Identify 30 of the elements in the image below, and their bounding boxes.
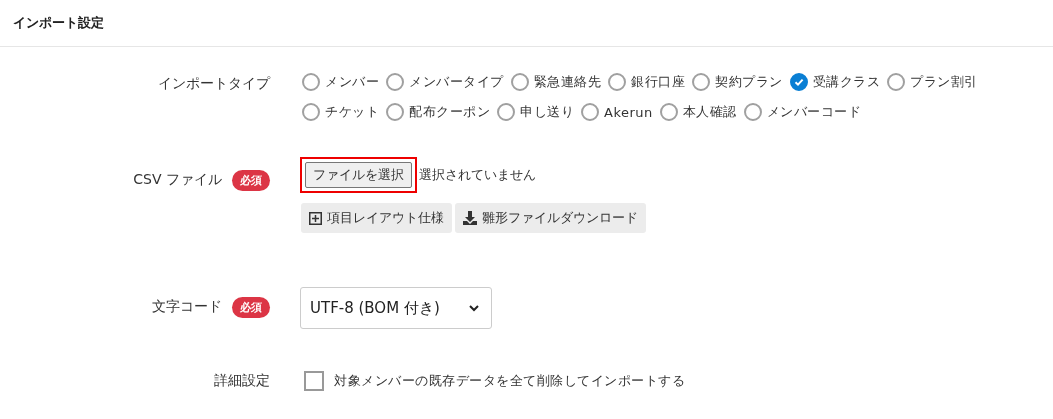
radio-option[interactable]: Akerun <box>581 101 653 123</box>
field-label: インポートタイプ <box>158 75 270 93</box>
radio-option[interactable]: 銀行口座 <box>608 71 685 93</box>
encoding-select[interactable]: UTF-8 (BOM 付き) <box>300 287 492 329</box>
radio-option[interactable]: 受講クラス <box>789 71 880 93</box>
required-badge: 必須 <box>232 296 270 318</box>
radio-option[interactable]: 配布クーポン <box>386 101 490 123</box>
radio-option[interactable]: 契約プラン <box>692 71 783 93</box>
field-label: CSV ファイル <box>133 171 222 189</box>
radio-option[interactable]: 本人確認 <box>659 101 737 123</box>
radio-option[interactable]: プラン割引 <box>887 71 978 93</box>
layout-spec-button[interactable]: 項目レイアウト仕様 <box>301 203 452 233</box>
chevron-down-icon <box>469 304 479 312</box>
download-button[interactable]: 雛形ファイルダウンロード <box>455 203 646 233</box>
checkbox[interactable] <box>304 371 324 391</box>
field-label: 詳細設定 <box>214 372 270 390</box>
section-title: インポート設定 <box>13 14 104 32</box>
checkbox-label: 対象メンバーの既存データを全て削除してインポートする <box>334 372 685 390</box>
radio-option[interactable]: メンバータイプ <box>386 71 504 93</box>
radio-option[interactable]: メンバー <box>302 71 379 93</box>
file-status: 選択されていません <box>419 166 536 184</box>
radio-option[interactable]: メンバーコード <box>743 101 862 123</box>
file-select-button[interactable]: ファイルを選択 <box>305 162 412 188</box>
radio-option[interactable]: チケット <box>302 101 379 123</box>
download-icon <box>463 211 477 225</box>
radio-option[interactable]: 申し送り <box>497 101 574 123</box>
field-label: 文字コード <box>152 298 222 316</box>
plus-box-icon <box>309 211 322 225</box>
required-badge: 必須 <box>232 169 270 191</box>
radio-option[interactable]: 緊急連絡先 <box>510 71 601 93</box>
